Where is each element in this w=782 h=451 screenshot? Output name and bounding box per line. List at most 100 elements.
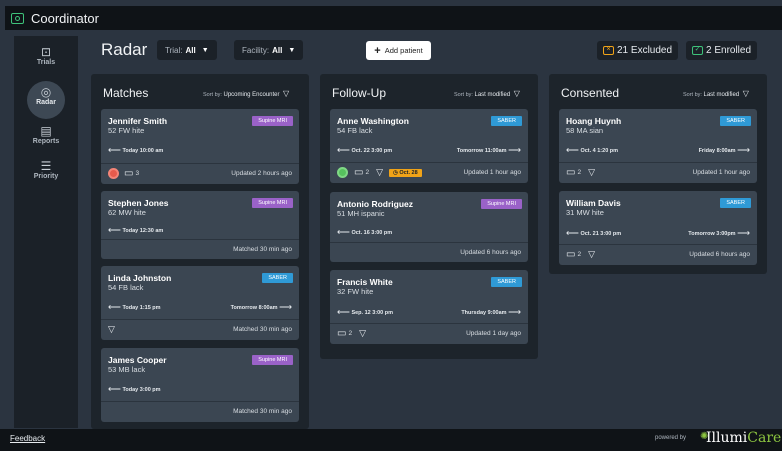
sort-control[interactable]: Sort by: Upcoming Encounter ▽ <box>203 89 289 98</box>
next-encounter: Tomorrow 8:00am <box>230 305 278 311</box>
enrolled-count-button[interactable]: ✓ 2 Enrolled <box>686 41 758 60</box>
patient-card[interactable]: Jennifer Smith 52 FW hite Supine MRI ⟵ T… <box>101 109 299 184</box>
consented-column: Consented Sort by: Last modified ▽ Hoang… <box>549 74 767 274</box>
patient-card[interactable]: Hoang Huynh 58 MA sian SABER ⟵ Oct. 4 1:… <box>559 109 757 183</box>
patient-card[interactable]: James Cooper 53 MB lack Supine MRI ⟵ Tod… <box>101 348 299 422</box>
arrow-left-icon: ⟵ <box>108 384 121 394</box>
title-bar: Coordinator <box>5 6 782 30</box>
sidebar-item-reports[interactable]: ▤ Reports <box>14 125 78 145</box>
check-icon[interactable] <box>337 167 348 178</box>
patient-card[interactable]: Francis White 32 FW hite SABER ⟵ Sep. 12… <box>330 270 528 344</box>
illumicare-logo: ✺ IllumiCare <box>700 430 781 446</box>
feedback-link[interactable]: Feedback <box>10 434 45 443</box>
sidebar: ⊡ Trials ◎ Radar ▤ Reports ☰ Priority <box>14 36 78 428</box>
patient-demographics: 58 MA sian <box>566 126 604 135</box>
card-footer: ▭ 3 Updated 2 hours ago <box>101 163 299 183</box>
status-text: Matched 30 min ago <box>233 326 292 333</box>
comment-icon[interactable]: ▭ <box>566 167 575 178</box>
patient-name: Francis White <box>337 277 393 287</box>
patient-card[interactable]: Stephen Jones 62 MW hite Supine MRI ⟵ To… <box>101 191 299 259</box>
patient-card[interactable]: Linda Johnston 54 FB lack SABER ⟵ Today … <box>101 266 299 340</box>
sort-control[interactable]: Sort by: Last modified ▽ <box>454 89 520 98</box>
patient-demographics: 54 FB lack <box>108 283 144 292</box>
brand-part-a: Illumi <box>706 430 748 446</box>
powered-by-text: powered by <box>655 435 687 441</box>
sidebar-item-label: Radar <box>36 99 56 106</box>
encounter-row: ⟵ Today 3:00 pm <box>101 379 299 397</box>
alert-icon[interactable] <box>108 168 119 179</box>
arrow-left-icon: ⟵ <box>108 225 121 235</box>
card-footer: ▭ 2 ▽ Updated 6 hours ago <box>559 244 757 264</box>
sidebar-item-priority[interactable]: ☰ Priority <box>14 160 78 180</box>
filter-icon[interactable]: ▽ <box>588 167 595 178</box>
patient-card[interactable]: William Davis 31 MW hite SABER ⟵ Oct. 21… <box>559 191 757 265</box>
encounter-row: ⟵ Today 1:15 pm Tomorrow 8:00am ⟶ <box>101 297 299 315</box>
status-text: Matched 30 min ago <box>233 408 292 415</box>
previous-encounter: Today 3:00 pm <box>122 387 161 393</box>
reports-icon: ▤ <box>40 124 52 138</box>
encounter-row: ⟵ Today 12:30 am <box>101 220 299 238</box>
previous-encounter: Oct. 22 3:00 pm <box>351 148 393 154</box>
patient-card[interactable]: Anne Washington 54 FB lack SABER ⟵ Oct. … <box>330 109 528 183</box>
add-patient-label: Add patient <box>384 46 423 55</box>
arrow-left-icon: ⟵ <box>108 302 121 312</box>
comment-icon[interactable]: ▭ <box>566 249 575 260</box>
comment-icon[interactable]: ▭ <box>354 167 363 178</box>
app-window: Coordinator ⊡ Trials ◎ Radar ▤ Reports ☰… <box>0 0 782 451</box>
chevron-down-icon: ▼ <box>288 46 296 54</box>
filter-icon[interactable]: ▽ <box>359 328 366 339</box>
enrolled-label: 2 Enrolled <box>706 45 752 56</box>
filter-icon[interactable]: ▽ <box>588 249 595 260</box>
comment-count: 2 <box>348 330 353 337</box>
comment-icon[interactable]: ▭ <box>337 328 346 339</box>
previous-encounter: Today 12:30 am <box>122 228 164 234</box>
sidebar-item-label: Reports <box>32 138 60 145</box>
excluded-count-button[interactable]: × 21 Excluded <box>597 41 679 60</box>
enrolled-icon: ✓ <box>692 46 703 55</box>
arrow-left-icon: ⟵ <box>337 145 350 155</box>
comment-count: 2 <box>577 169 582 176</box>
trial-tag: SABER <box>720 116 751 126</box>
card-footer: Matched 30 min ago <box>101 401 299 421</box>
next-encounter: Thursday 9:00am <box>461 310 507 316</box>
sort-label: Sort by: <box>454 92 473 98</box>
patient-demographics: 51 MH ispanic <box>337 209 385 218</box>
matches-column: Matches Sort by: Upcoming Encounter ▽ Je… <box>91 74 309 429</box>
sort-value: Last modified <box>703 92 740 98</box>
comment-icon[interactable]: ▭ <box>124 168 133 179</box>
plus-icon: + <box>374 44 381 57</box>
patient-name: Antonio Rodriguez <box>337 199 414 209</box>
patient-demographics: 52 FW hite <box>108 126 145 135</box>
column-title: Consented <box>561 86 620 100</box>
filter-icon[interactable]: ▽ <box>108 324 115 335</box>
filter-icon: ▽ <box>283 89 290 98</box>
card-footer: ▽ Matched 30 min ago <box>101 319 299 339</box>
status-text: Updated 1 hour ago <box>463 169 521 176</box>
filter-icon[interactable]: ▽ <box>376 167 383 178</box>
sort-control[interactable]: Sort by: Last modified ▽ <box>683 89 749 98</box>
facility-filter-dropdown[interactable]: Facility: All ▼ <box>234 40 304 60</box>
sidebar-item-trials[interactable]: ⊡ Trials <box>14 46 78 66</box>
arrow-right-icon: ⟶ <box>508 307 521 317</box>
encounter-row: ⟵ Oct. 21 3:00 pm Tomorrow 3:00pm ⟶ <box>559 223 757 241</box>
patient-card[interactable]: Antonio Rodriguez 51 MH ispanic Supine M… <box>330 192 528 262</box>
arrow-right-icon: ⟶ <box>737 145 750 155</box>
patient-demographics: 31 MW hite <box>566 208 604 217</box>
patient-name: Jennifer Smith <box>108 116 168 126</box>
sidebar-item-label: Trials <box>36 59 56 66</box>
followup-column: Follow-Up Sort by: Last modified ▽ Anne … <box>320 74 538 359</box>
status-text: Updated 2 hours ago <box>231 170 292 177</box>
chevron-down-icon: ▼ <box>201 46 209 54</box>
app-title: Coordinator <box>31 10 99 26</box>
arrow-right-icon: ⟶ <box>508 145 521 155</box>
column-title: Matches <box>103 86 149 100</box>
encounter-row: ⟵ Oct. 4 1:20 pm Friday 8:00am ⟶ <box>559 140 757 158</box>
patient-name: Anne Washington <box>337 116 409 126</box>
trial-filter-dropdown[interactable]: Trial: All ▼ <box>157 40 217 60</box>
previous-encounter: Today 10:00 am <box>122 148 164 154</box>
trial-filter-label: Trial: <box>165 45 183 55</box>
status-text: Updated 1 day ago <box>466 330 521 337</box>
sidebar-item-radar[interactable]: ◎ Radar <box>14 81 78 119</box>
radar-icon: ◎ <box>40 85 52 99</box>
add-patient-button[interactable]: + Add patient <box>366 41 431 60</box>
